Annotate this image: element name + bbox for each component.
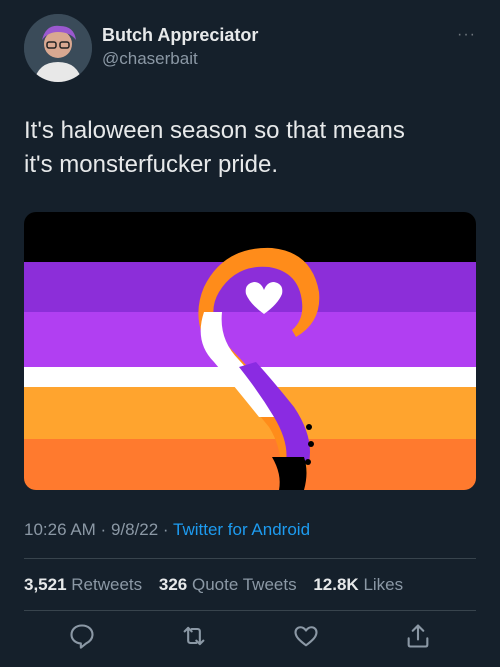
tweet-meta: 10:26 AM · 9/8/22 · Twitter for Android <box>24 520 310 540</box>
tweet-time[interactable]: 10:26 AM <box>24 520 96 539</box>
meta-separator: · <box>158 520 174 539</box>
more-options-icon[interactable]: ··· <box>457 26 476 44</box>
tweet-text-line-2: it's monsterfucker pride. <box>24 151 279 178</box>
tweet-source-link[interactable]: Twitter for Android <box>173 520 310 539</box>
divider <box>24 558 476 559</box>
quote-tweets-label: Quote Tweets <box>192 575 297 594</box>
share-button[interactable] <box>404 622 440 658</box>
display-name[interactable]: Butch Appreciator <box>102 24 258 46</box>
tweet-text: It's haloween season so that means it's … <box>24 114 476 182</box>
meta-separator: · <box>95 520 111 539</box>
retweets-stat[interactable]: 3,521 Retweets <box>24 575 142 594</box>
like-button[interactable] <box>292 622 328 658</box>
share-icon <box>407 624 429 648</box>
tweet-date[interactable]: 9/8/22 <box>111 520 158 539</box>
heart-icon <box>294 626 318 647</box>
tweet-actions <box>24 622 476 658</box>
retweets-count: 3,521 <box>24 575 67 594</box>
user-handle[interactable]: @chaserbait <box>102 48 258 70</box>
divider <box>24 610 476 611</box>
reply-button[interactable] <box>68 622 104 658</box>
tweet-header: Butch Appreciator @chaserbait ··· <box>24 14 476 84</box>
likes-label: Likes <box>363 575 404 594</box>
tweet-stats: 3,521 Retweets 326 Quote Tweets 12.8K Li… <box>24 575 415 595</box>
tweet-text-line-1: It's haloween season so that means <box>24 117 405 144</box>
retweet-icon <box>183 626 205 646</box>
likes-stat[interactable]: 12.8K Likes <box>313 575 403 594</box>
reply-icon <box>70 624 94 649</box>
quote-tweets-stat[interactable]: 326 Quote Tweets <box>159 575 297 594</box>
tweet-media-image[interactable] <box>24 212 476 490</box>
quote-tweets-count: 326 <box>158 575 188 594</box>
retweets-label: Retweets <box>71 575 143 594</box>
retweet-button[interactable] <box>180 622 216 658</box>
avatar-image <box>24 14 92 82</box>
likes-count: 12.8K <box>313 575 359 594</box>
avatar[interactable] <box>24 14 92 82</box>
monsterfucker-pride-flag <box>24 212 476 490</box>
